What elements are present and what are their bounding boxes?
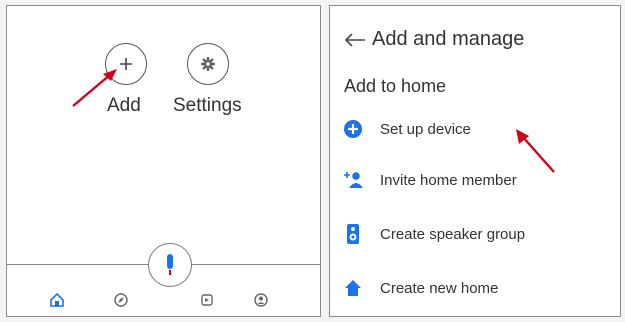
settings-button[interactable] xyxy=(187,43,229,85)
add-circle-icon xyxy=(342,118,364,140)
settings-button-label: Settings xyxy=(173,95,242,116)
speaker-group-icon xyxy=(342,223,364,245)
plus-icon xyxy=(120,58,132,70)
home-tab-icon[interactable] xyxy=(49,292,65,308)
create-new-home-item[interactable]: Create new home xyxy=(342,277,498,299)
account-tab-icon[interactable] xyxy=(253,292,269,308)
home-icon xyxy=(342,277,364,299)
back-arrow-icon xyxy=(344,32,365,47)
media-tab-icon[interactable] xyxy=(199,292,215,308)
page-title: Add and manage xyxy=(372,28,525,50)
gear-icon xyxy=(201,57,215,71)
add-button[interactable] xyxy=(105,43,147,85)
section-title: Add to home xyxy=(344,76,447,96)
add-button-label: Add xyxy=(107,95,141,116)
invite-home-member-item[interactable]: Invite home member xyxy=(342,169,517,191)
menu-item-label: Create new home xyxy=(380,279,499,297)
menu-item-label: Invite home member xyxy=(380,171,517,189)
add-and-manage-panel: Add and manage Add to home Set up device… xyxy=(329,5,621,317)
person-add-icon xyxy=(342,169,364,191)
menu-item-label: Set up device xyxy=(380,120,471,138)
home-screen-panel: Add Settings xyxy=(6,5,321,317)
annotation-arrow-icon xyxy=(516,129,555,173)
back-button[interactable]: Add and manage xyxy=(344,28,524,51)
microphone-icon xyxy=(167,254,173,275)
discover-tab-icon[interactable] xyxy=(113,292,129,308)
create-speaker-group-item[interactable]: Create speaker group xyxy=(342,223,525,245)
set-up-device-item[interactable]: Set up device xyxy=(342,118,471,140)
menu-item-label: Create speaker group xyxy=(380,225,526,243)
microphone-button[interactable] xyxy=(148,243,192,287)
